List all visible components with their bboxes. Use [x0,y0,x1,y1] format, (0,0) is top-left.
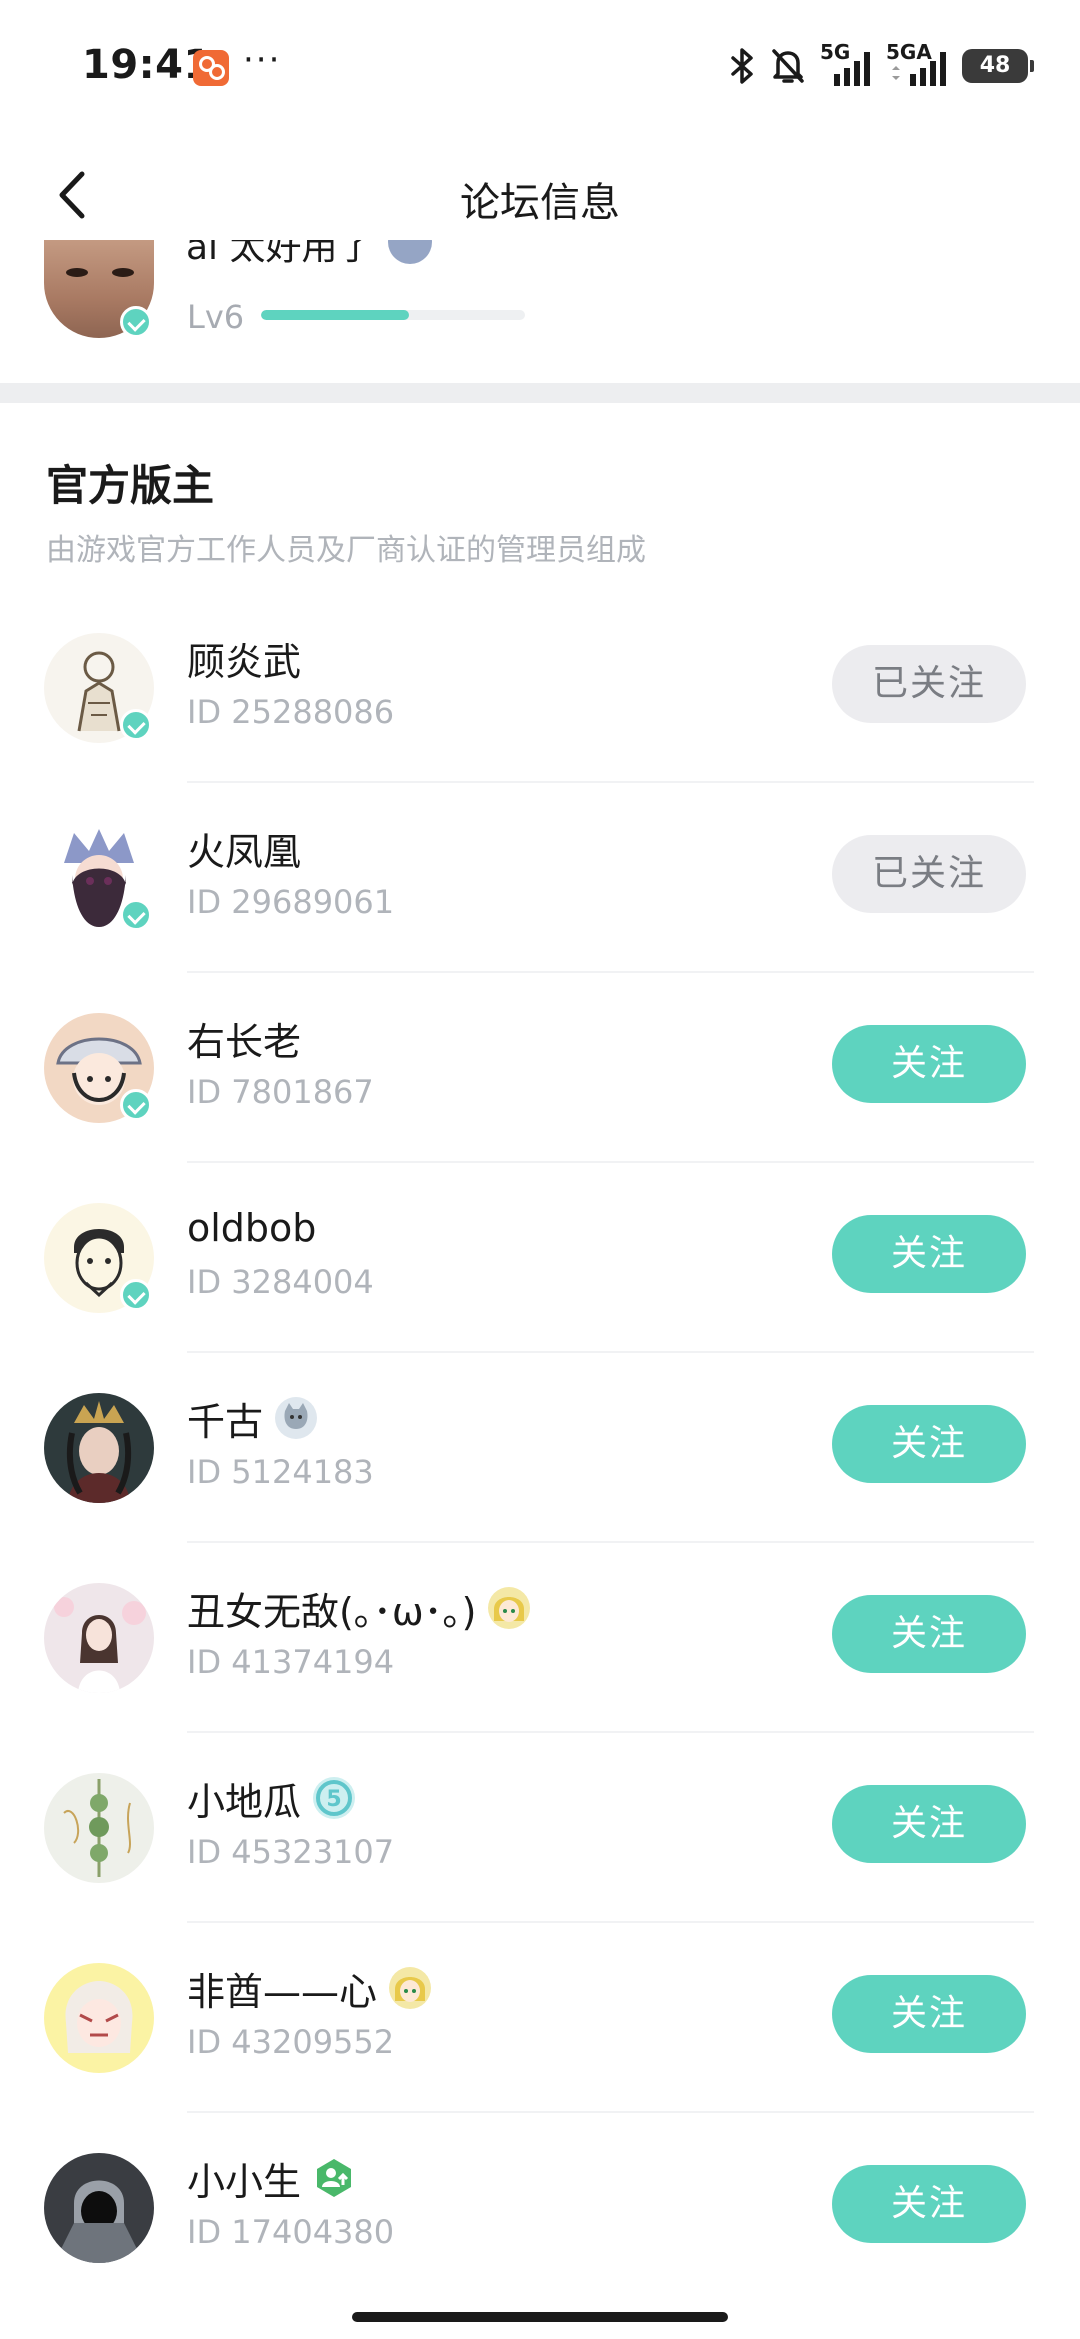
avatar[interactable] [44,1963,154,2073]
battery-icon: 48 [962,49,1034,83]
moderator-id: ID 5124183 [187,1453,374,1491]
moderator-id: ID 43209552 [187,2023,395,2061]
moderator-name: 丑女无敌(｡･ω･｡) [187,1589,477,1634]
moderator-id: ID 41374194 [187,1643,395,1681]
user-upgrade-badge-icon [313,2157,355,2199]
followed-button[interactable]: 已关注 [832,835,1026,913]
anime-girl-badge-icon [488,1587,531,1629]
moderator-name: 小小生 [187,2159,302,2204]
verified-badge-icon [120,1279,152,1311]
user-name: ai 太好用了 [186,240,374,268]
moderator-id: ID 45323107 [187,1833,395,1871]
verified-badge-icon [120,306,152,338]
bluetooth-icon [731,48,753,84]
moderator-name: 右长老 [187,1019,302,1064]
moderator-row[interactable]: 火凤凰 ID 29689061 已关注 [0,783,1080,973]
user-badge-icon [388,240,432,264]
section-title: 官方版主 [46,461,215,510]
follow-button[interactable]: 关注 [832,1975,1026,2053]
more-notifications-icon: ··· [243,40,282,80]
moderator-name: oldbob [187,1206,317,1250]
moderator-row[interactable]: 右长老 ID 7801867 关注 [0,973,1080,1163]
moderator-row[interactable]: 顾炎武 ID 25288086 已关注 [0,593,1080,783]
battery-level: 48 [979,53,1011,78]
moderator-row[interactable]: 小地瓜 5 ID 45323107 关注 [0,1733,1080,1923]
moderator-name: 火凤凰 [187,829,302,874]
status-bar: 19:41 ··· 5G 5GA 48 [0,0,1080,130]
level-progress-bar [261,310,525,320]
signal-icon: 5GA [886,40,948,88]
bell-muted-icon [772,49,804,83]
svg-text:5: 5 [326,1787,341,1812]
avatar[interactable] [44,1773,154,1883]
moderator-row[interactable]: 千古 ID 5124183 关注 [0,1353,1080,1543]
follow-button[interactable]: 关注 [832,1785,1026,1863]
moderator-row[interactable]: 小小生 ID 17404380 关注 [0,2113,1080,2303]
moderator-id: ID 29689061 [187,883,395,921]
follow-button[interactable]: 关注 [832,1215,1026,1293]
avatar[interactable] [44,2153,154,2263]
moderator-id: ID 3284004 [187,1263,374,1301]
verified-badge-icon [120,899,152,931]
avatar[interactable] [44,1583,154,1693]
avatar[interactable] [44,1393,154,1503]
moderator-id: ID 25288086 [187,693,395,731]
follow-button[interactable]: 关注 [832,1595,1026,1673]
moderator-name: 小地瓜 [187,1779,302,1824]
section-subtitle: 由游戏官方工作人员及厂商认证的管理员组成 [46,533,646,568]
moderator-id: ID 17404380 [187,2213,395,2251]
moderator-row[interactable]: 非酋——心 ID 43209552 关注 [0,1923,1080,2113]
follow-button[interactable]: 关注 [832,1405,1026,1483]
kuaishou-app-icon [193,50,229,86]
moderator-name: 千古 [187,1399,264,1444]
home-indicator[interactable] [352,2312,728,2322]
follow-button[interactable]: 关注 [832,1025,1026,1103]
moderator-row[interactable]: oldbob ID 3284004 关注 [0,1163,1080,1353]
moderator-id: ID 7801867 [187,1073,374,1111]
verified-badge-icon [120,709,152,741]
moderator-name: 非酋——心 [187,1969,378,2014]
page-title: 论坛信息 [460,180,620,226]
anime-girl-badge-icon [389,1967,432,2009]
signal-icon: 5G [820,40,872,88]
section-divider [0,383,1080,403]
level-progress-fill [261,310,409,320]
follow-button[interactable]: 关注 [832,2165,1026,2243]
status-icons: 5G 5GA 48 [730,40,1034,88]
followed-button[interactable]: 已关注 [832,645,1026,723]
moderator-row[interactable]: 丑女无敌(｡･ω･｡) ID 41374194 关注 [0,1543,1080,1733]
moderator-name: 顾炎武 [187,639,302,684]
forum-owner-card[interactable]: ai 太好用了 Lv6 [0,240,1080,385]
number-five-badge-icon: 5 [313,1777,356,1819]
verified-badge-icon [120,1089,152,1121]
level-label: Lv6 [187,298,245,336]
cat-badge-icon [275,1397,318,1439]
